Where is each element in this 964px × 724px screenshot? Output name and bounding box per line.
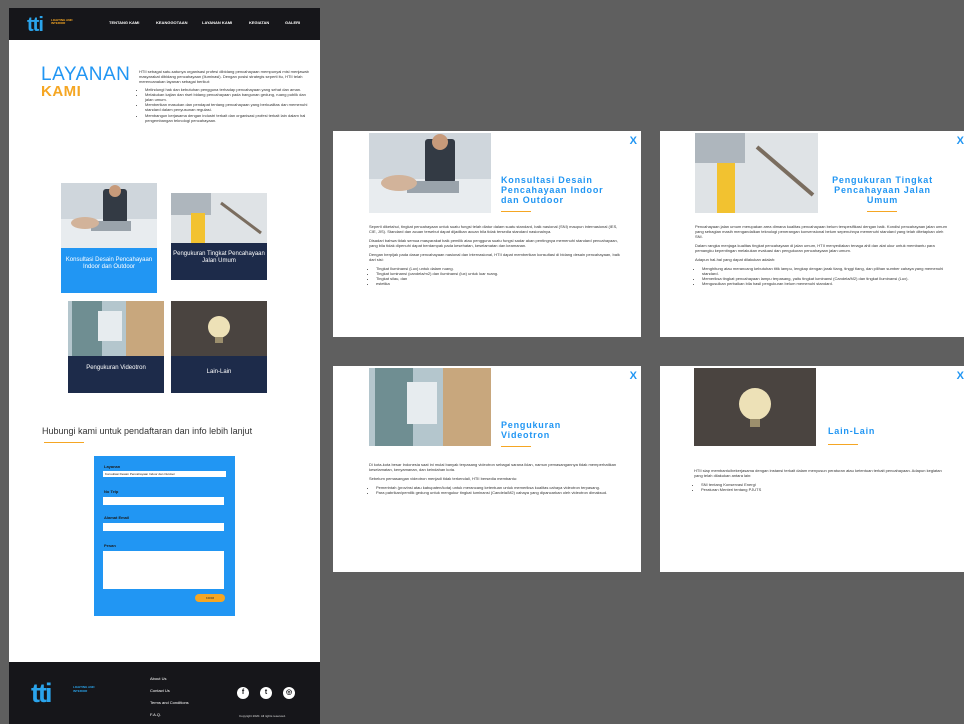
bulb-photo xyxy=(171,301,267,356)
footer-link-contact[interactable]: Contact Us xyxy=(150,688,170,693)
meeting-photo xyxy=(369,133,491,213)
panel-title: Lain-Lain xyxy=(828,426,876,436)
site-logo[interactable]: tti LIGHTING AND INTERIOR xyxy=(27,14,73,37)
layanan-label: Layanan xyxy=(104,464,121,469)
panel-list: Menghitung atau merancang kebutuhan titi… xyxy=(695,266,950,286)
intro-bullet: Melakukan kajian dan riset bidang pencah… xyxy=(145,92,311,102)
panel-paragraph: Disadari bahwa tidak semua masyarakat ba… xyxy=(369,238,618,248)
title-underline xyxy=(501,446,531,447)
panel-jalan-umum: X Pengukuran Tingkat Pencahayaan Jalan U… xyxy=(660,131,964,337)
close-icon[interactable]: X xyxy=(630,135,637,147)
intro-list: Melindungi hak dan kebutuhan pengguna te… xyxy=(139,87,311,123)
footer-link-terms[interactable]: Terms and Conditions xyxy=(150,700,189,705)
nav-kegiatan[interactable]: KEGIATAN xyxy=(249,20,269,25)
layanan-select[interactable]: Konsultasi Desain Pencahayaan Indoor dan… xyxy=(103,471,226,477)
panel-body: Seperti diketahui, tingkat pencahayaan u… xyxy=(369,224,623,286)
panel-paragraph: Di kota-kota besar Indonesia saat ini mu… xyxy=(369,462,617,472)
panel-paragraph: Pencahayaan jalan umum merupakan area di… xyxy=(695,224,947,239)
service-card-konsultasi[interactable]: Konsultasi Desain Pencahayaan Indoor dan… xyxy=(61,183,157,293)
service-card-jalan-umum[interactable]: Pengukuran Tingkat Pencahayaan Jalan Umu… xyxy=(171,193,267,280)
twitter-icon[interactable]: t xyxy=(260,687,272,699)
bulb-photo xyxy=(694,368,816,446)
logo-subtext: LIGHTING AND INTERIOR xyxy=(73,685,95,693)
email-label: Alamat Email xyxy=(104,515,130,520)
blueprint-photo xyxy=(171,193,267,243)
facebook-icon[interactable]: f xyxy=(237,687,249,699)
contact-form: Layanan Konsultasi Desain Pencahayaan In… xyxy=(94,456,235,616)
panel-konsultasi: X Konsultasi Desain Pencahayaan Indoor d… xyxy=(333,131,641,337)
close-icon[interactable]: X xyxy=(957,370,964,382)
building-photo xyxy=(68,301,164,356)
panel-bullet: estetika xyxy=(376,281,623,286)
email-input[interactable] xyxy=(103,523,224,531)
nav-layanan-kami[interactable]: LAYANAN KAMI xyxy=(202,20,232,25)
close-icon[interactable]: X xyxy=(630,370,637,382)
panel-list: Tingkat Iluminansi (Lux) untuk dalam rua… xyxy=(369,266,623,286)
panel-paragraph: HTII siap membantu/bekerjasama dengan in… xyxy=(694,468,942,478)
pesan-textarea[interactable] xyxy=(103,551,224,589)
telp-input[interactable] xyxy=(103,497,224,505)
meeting-photo xyxy=(61,183,157,248)
pesan-label: Pesan xyxy=(104,543,116,548)
logo-subtext: LIGHTING AND INTERIOR xyxy=(51,18,73,25)
card-label: Lain-Lain xyxy=(206,369,232,375)
site-footer: tti LIGHTING AND INTERIOR About Us Contac… xyxy=(9,662,320,724)
panel-body: Di kota-kota besar Indonesia saat ini mu… xyxy=(369,462,623,495)
copyright: Copyright 2020. All rights reserved. xyxy=(239,714,286,718)
intro-text: HTII sebagai satu-satunya organisasi pro… xyxy=(139,69,309,85)
card-label: Konsultasi Desain Pencahayaan Indoor dan… xyxy=(65,257,153,270)
logo-text: tti xyxy=(31,678,53,708)
site-header: tti LIGHTING AND INTERIOR TENTANG KAMI KE… xyxy=(9,8,320,40)
panel-bullet: Menghitung atau merancang kebutuhan titi… xyxy=(702,266,950,276)
panel-bullet: Mengusulkan perbaikan bila hasil penguku… xyxy=(702,281,950,286)
panel-bullet: Peraturan Menteri tentang PJUTS xyxy=(701,487,950,492)
footer-link-about[interactable]: About Us xyxy=(150,676,166,681)
logo-text: tti xyxy=(27,14,44,36)
blueprint-photo xyxy=(695,133,818,213)
panel-list: SNI tentang Konservasi Energi Peraturan … xyxy=(694,482,950,492)
panel-paragraph: Dalam rangka menjaga kualitas tingkat pe… xyxy=(695,243,935,253)
contact-heading: Hubungi kami untuk pendaftaran dan info … xyxy=(42,426,253,436)
panel-body: HTII siap membantu/bekerjasama dengan in… xyxy=(694,468,950,492)
panel-title: Pengukuran Videotron xyxy=(501,420,562,440)
panel-paragraph: Adapun hal-hal yang dapat dilakukan adal… xyxy=(695,257,776,262)
instagram-icon[interactable]: ◎ xyxy=(283,687,295,699)
layanan-intro: HTII sebagai satu-satunya organisasi pro… xyxy=(139,69,311,123)
close-icon[interactable]: X xyxy=(957,135,964,147)
title-underline xyxy=(828,444,858,445)
website-mockup: tti LIGHTING AND INTERIOR TENTANG KAMI KE… xyxy=(9,8,320,724)
intro-bullet: Memberikan masukan dan pendapat tentang … xyxy=(145,102,311,112)
panel-list: Pemerintah (provinsi atau kabupaten/kota… xyxy=(369,485,623,495)
panel-body: Pencahayaan jalan umum merupakan area di… xyxy=(695,224,950,286)
service-card-lain-lain[interactable]: Lain-Lain xyxy=(171,301,267,393)
panel-title: Pengukuran Tingkat Pencahayaan Jalan Umu… xyxy=(832,175,933,205)
panel-paragraph: Seperti diketahui, tingkat pencahayaan u… xyxy=(369,224,618,234)
panel-paragraph: Sebelum pemasangan videotron menjadi tid… xyxy=(369,476,518,481)
footer-logo[interactable]: tti LIGHTING AND INTERIOR xyxy=(31,678,95,709)
telp-label: No Telp xyxy=(104,489,119,494)
contact-heading-underline xyxy=(44,442,84,443)
card-label: Pengukuran Tingkat Pencahayaan Jalan Umu… xyxy=(173,251,265,264)
layanan-subtitle: KAMI xyxy=(41,83,82,100)
building-photo xyxy=(369,368,491,446)
intro-bullet: Membangun kerjasama dengan industri terk… xyxy=(145,113,311,123)
panel-lain-lain: X Lain-Lain HTII siap membantu/bekerjasa… xyxy=(660,366,964,572)
title-underline xyxy=(501,211,531,212)
nav-keanggotaan[interactable]: KEANGGOTAAN xyxy=(156,20,187,25)
title-underline xyxy=(867,211,897,212)
card-label: Pengukuran Videotron xyxy=(86,365,146,371)
service-card-videotron[interactable]: Pengukuran Videotron xyxy=(68,301,164,393)
submit-button[interactable]: KIRIM xyxy=(195,594,225,602)
nav-tentang-kami[interactable]: TENTANG KAMI xyxy=(109,20,139,25)
footer-link-faq[interactable]: F.A.Q. xyxy=(150,712,161,717)
panel-bullet: Para pabrikan/pemilik gedung untuk mengu… xyxy=(376,490,623,495)
panel-title: Konsultasi Desain Pencahayaan Indoor dan… xyxy=(501,175,604,205)
nav-galeri[interactable]: GALERI xyxy=(285,20,300,25)
panel-paragraph: Dengan berpijak pada dasar pencahayaan n… xyxy=(369,252,620,262)
panel-videotron: X Pengukuran Videotron Di kota-kota besa… xyxy=(333,366,641,572)
